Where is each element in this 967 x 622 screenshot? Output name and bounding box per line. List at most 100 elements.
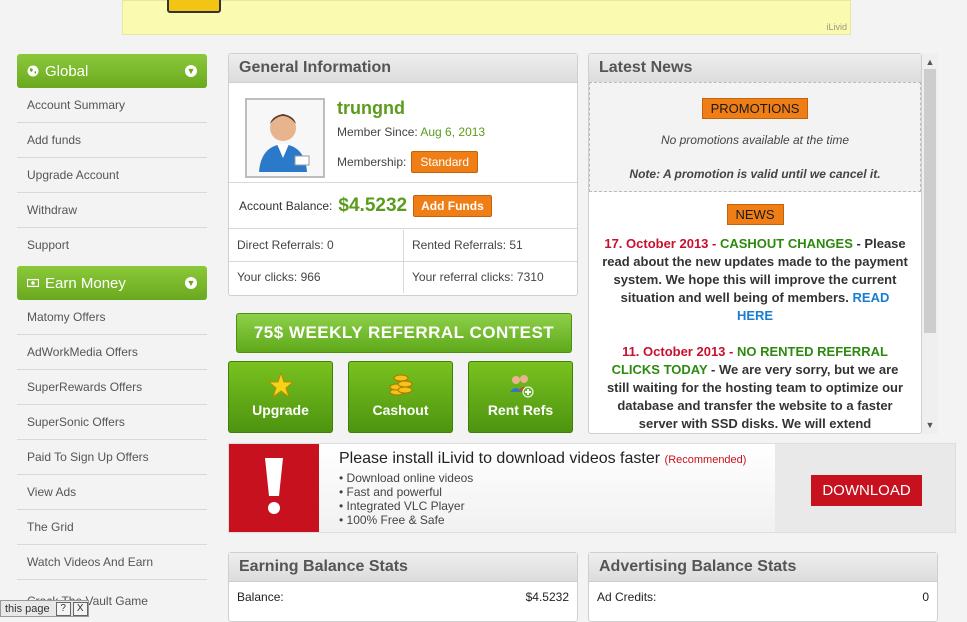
promotion-note: Note: A promotion is valid until we canc… — [629, 167, 881, 181]
news-tag: NEWS — [726, 204, 784, 225]
general-information-panel: General Information trungnd Member Since… — [228, 53, 578, 296]
banner-title: Please install iLivid to download videos… — [339, 450, 746, 468]
star-icon — [267, 372, 294, 398]
username: trungnd — [337, 98, 405, 118]
referral-stats: Direct Referrals: 0 Rented Referrals: 51… — [229, 230, 577, 293]
your-clicks: Your clicks: 966 — [229, 262, 404, 293]
ad-brand-label: iLivid — [826, 22, 847, 32]
panel-title: Latest News — [589, 54, 921, 83]
chevron-down-icon[interactable]: ▼ — [185, 277, 197, 289]
news-date: 17. October 2013 — [604, 236, 709, 251]
add-funds-button[interactable]: Add Funds — [413, 194, 492, 217]
news-item: 11. October 2013 - NO RENTED REFERRAL CL… — [601, 343, 909, 432]
panel-title: General Information — [229, 54, 577, 83]
user-avatar-icon — [259, 114, 310, 172]
sidebar-item-view-ads[interactable]: View Ads — [17, 475, 207, 510]
sidebar-item-account-summary[interactable]: Account Summary — [17, 88, 207, 123]
stat-value: $4.5232 — [525, 590, 569, 604]
feature-item: • Integrated VLC Player — [339, 499, 465, 513]
balance-label: Account Balance: — [239, 198, 333, 213]
sidebar-item-upgrade-account[interactable]: Upgrade Account — [17, 158, 207, 193]
news-date: 11. October 2013 — [622, 344, 726, 359]
rent-refs-button[interactable]: Rent Refs — [468, 361, 573, 433]
scroll-up-icon[interactable]: ▲ — [922, 55, 938, 69]
money-icon — [27, 278, 39, 288]
close-icon[interactable]: X — [72, 601, 88, 616]
no-promotions-text: No promotions available at the time — [660, 133, 850, 147]
sidebar-section-global[interactable]: Global ▼ — [17, 54, 207, 88]
top-advertisement[interactable]: iLivid — [122, 0, 851, 35]
warning-block — [229, 444, 319, 532]
feature-item: • Fast and powerful — [339, 485, 442, 499]
sidebar: Global ▼ Account Summary Add funds Upgra… — [17, 54, 207, 580]
exclamation-icon — [265, 458, 283, 514]
news-item: 17. October 2013 - CASHOUT CHANGES - Ple… — [601, 235, 909, 325]
news-list: NEWS 17. October 2013 - CASHOUT CHANGES … — [589, 192, 921, 432]
sidebar-item-superrewards-offers[interactable]: SuperRewards Offers — [17, 370, 207, 405]
cashout-label: Cashout — [372, 402, 429, 418]
sidebar-item-the-grid[interactable]: The Grid — [17, 510, 207, 545]
stat-label: Balance: — [237, 590, 284, 604]
direct-referrals: Direct Referrals: 0 — [229, 230, 404, 261]
rented-referrals: Rented Referrals: 51 — [412, 238, 523, 252]
globe-icon — [27, 65, 39, 77]
sidebar-item-support[interactable]: Support — [17, 228, 207, 263]
status-bar: this page ? X — [0, 600, 89, 617]
balance-row: Balance: $4.5232 — [229, 582, 577, 612]
member-since: Member Since: Aug 6, 2013 — [337, 125, 485, 139]
coins-icon — [389, 374, 412, 396]
weekly-referral-contest-button[interactable]: 75$ WEEKLY REFERRAL CONTEST — [236, 313, 572, 353]
sidebar-item-supersonic-offers[interactable]: SuperSonic Offers — [17, 405, 207, 440]
users-add-icon — [509, 375, 533, 398]
recommended-label: (Recommended) — [664, 454, 747, 466]
sidebar-item-matomy-offers[interactable]: Matomy Offers — [17, 300, 207, 335]
download-button[interactable]: DOWNLOAD — [811, 475, 922, 506]
membership: Membership: Standard — [337, 151, 479, 173]
avatar — [245, 98, 325, 178]
cashout-button[interactable]: Cashout — [348, 361, 453, 433]
feature-item: • 100% Free & Safe — [339, 513, 445, 527]
membership-label: Membership: — [337, 155, 407, 169]
member-since-value: Aug 6, 2013 — [420, 125, 486, 139]
scroll-thumb[interactable] — [924, 69, 936, 333]
promotions-box: PROMOTIONS No promotions available at th… — [589, 82, 921, 192]
balance-value: $4.5232 — [338, 194, 408, 216]
panel-title: Earning Balance Stats — [229, 553, 577, 582]
member-since-label: Member Since: — [337, 125, 418, 139]
panel-title: Advertising Balance Stats — [589, 553, 937, 582]
upgrade-label: Upgrade — [252, 402, 309, 418]
sidebar-item-withdraw[interactable]: Withdraw — [17, 193, 207, 228]
news-separator: - — [725, 344, 737, 359]
account-balance-row: Account Balance: $4.5232 Add Funds — [229, 182, 577, 229]
help-icon[interactable]: ? — [55, 601, 71, 616]
banner-features: • Download online videos • Fast and powe… — [339, 471, 473, 527]
sidebar-item-paid-to-sign-up[interactable]: Paid To Sign Up Offers — [17, 440, 207, 475]
ilivid-banner[interactable]: Please install iLivid to download videos… — [228, 443, 956, 533]
scroll-down-icon[interactable]: ▼ — [922, 418, 938, 432]
stat-label: Ad Credits: — [597, 590, 657, 604]
rent-refs-label: Rent Refs — [487, 402, 554, 418]
referral-clicks: Your referral clicks: 7310 — [412, 270, 544, 284]
sidebar-section-label: Global — [45, 62, 89, 80]
upgrade-button[interactable]: Upgrade — [228, 361, 333, 433]
sidebar-section-earn-money[interactable]: Earn Money ▼ — [17, 266, 207, 300]
membership-badge[interactable]: Standard — [411, 151, 479, 173]
news-scrollbar[interactable]: ▲ ▼ — [922, 53, 938, 434]
banner-content: Please install iLivid to download videos… — [319, 444, 775, 532]
status-text: this page — [5, 602, 50, 615]
news-title: CASHOUT CHANGES — [719, 236, 853, 251]
sidebar-item-watch-videos[interactable]: Watch Videos And Earn — [17, 545, 207, 580]
advertising-balance-stats-panel: Advertising Balance Stats Ad Credits: 0 — [588, 552, 938, 622]
ad-graphic — [167, 0, 221, 13]
ad-credits-row: Ad Credits: 0 — [589, 582, 937, 612]
feature-item: • Download online videos — [339, 471, 474, 485]
promotions-tag: PROMOTIONS — [701, 98, 809, 119]
earning-balance-stats-panel: Earning Balance Stats Balance: $4.5232 — [228, 552, 578, 622]
banner-title-text: Please install iLivid to download videos… — [339, 450, 661, 467]
news-scroll-area[interactable]: PROMOTIONS No promotions available at th… — [589, 82, 921, 432]
stat-value: 0 — [922, 590, 929, 604]
latest-news-panel: Latest News PROMOTIONS No promotions ava… — [588, 53, 922, 434]
sidebar-item-adworkmedia-offers[interactable]: AdWorkMedia Offers — [17, 335, 207, 370]
sidebar-item-add-funds[interactable]: Add funds — [17, 123, 207, 158]
chevron-down-icon[interactable]: ▼ — [185, 65, 197, 77]
